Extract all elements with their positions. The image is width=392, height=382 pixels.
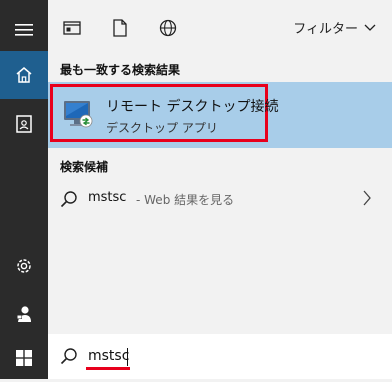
best-match-result[interactable]: リモート デスクトップ接続 デスクトップ アプリ [48,82,392,148]
filter-label: フィルター [293,22,358,37]
globe-icon [159,19,177,37]
home-button[interactable] [0,51,48,99]
chevron-right-icon[interactable] [362,189,372,207]
annotation-underline [86,367,130,370]
documents-scope-button[interactable] [108,16,132,40]
suggestion-query: mstsc [88,190,127,205]
settings-button[interactable] [0,242,48,290]
home-icon [16,67,32,83]
suggestions-heading: 検索候補 [60,160,109,174]
gear-icon [17,259,31,273]
remote-desktop-icon [64,101,93,128]
text-caret [127,348,128,366]
search-box[interactable]: mstsc [48,334,392,379]
user-icon [17,306,31,322]
suggestion-hint: - Web 結果を見る [136,193,235,207]
search-icon [60,191,77,208]
document-user-icon [16,115,32,133]
search-results-panel: フィルター 最も一致する検索結果 リモート デスクトップ接続 デスクトップ アプ… [48,0,392,379]
scope-toolbar: フィルター [48,0,392,56]
search-icon [60,348,77,365]
chevron-down-icon [364,24,376,31]
windows-start-icon [16,350,32,366]
app-title: リモート デスクトップ接続 [106,99,279,115]
app-subtitle: デスクトップ アプリ [106,121,218,135]
apps-scope-button[interactable] [60,16,84,40]
documents-button[interactable] [0,100,48,148]
best-match-heading: 最も一致する検索結果 [60,63,181,77]
start-button[interactable] [0,334,48,382]
filter-dropdown[interactable]: フィルター [293,18,376,37]
search-input[interactable]: mstsc [88,348,129,364]
start-rail [0,0,48,379]
document-icon [113,19,127,37]
web-suggestion-row[interactable]: mstsc - Web 結果を見る [48,180,392,218]
account-button[interactable] [0,290,48,338]
menu-button[interactable] [0,6,48,54]
app-window-icon [63,21,81,35]
web-scope-button[interactable] [156,16,180,40]
hamburger-menu-icon [15,24,33,36]
